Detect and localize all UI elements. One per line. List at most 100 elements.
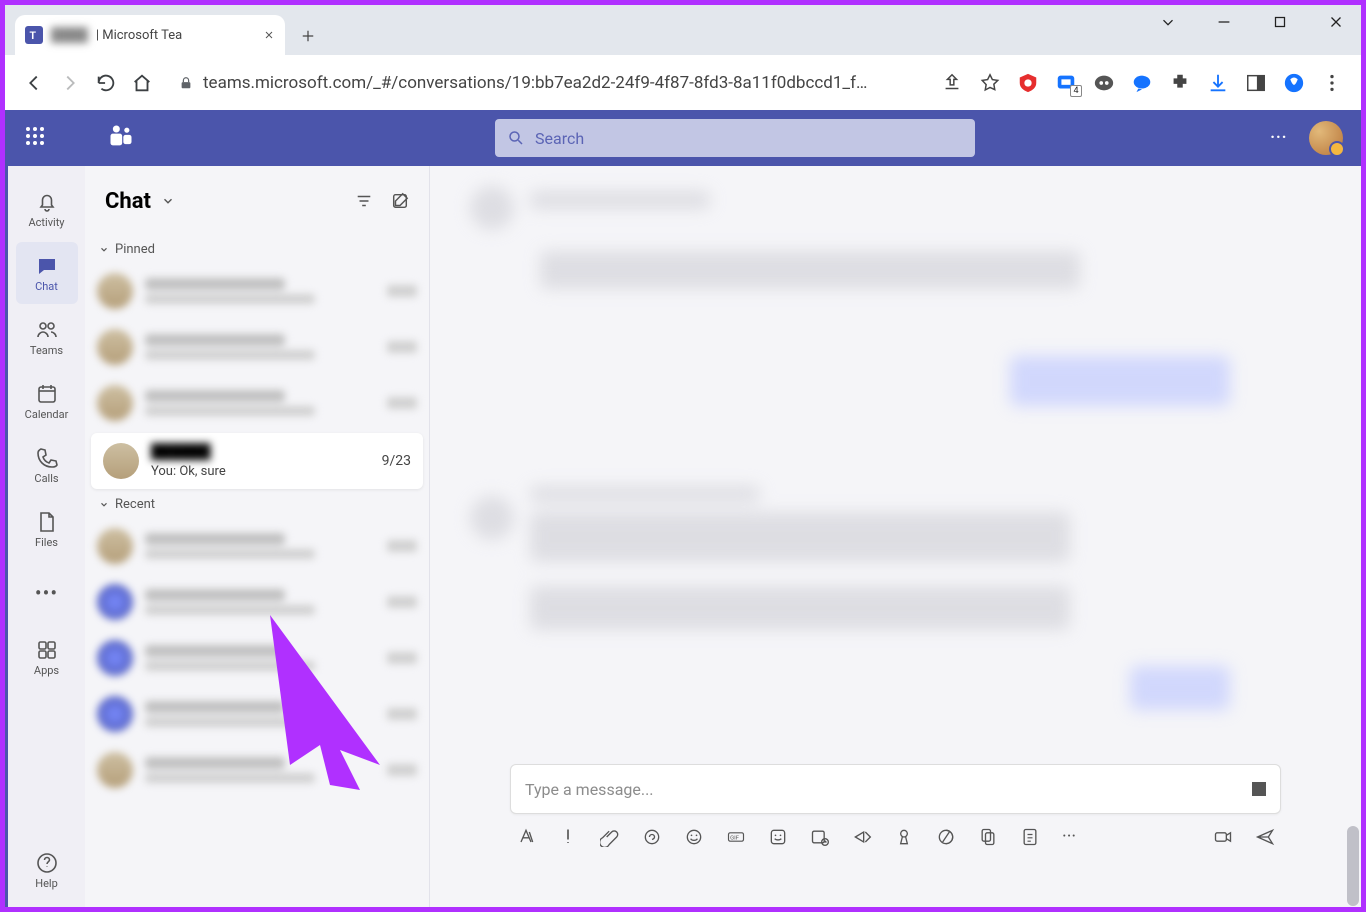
filter-icon[interactable] (355, 192, 373, 210)
chat-row-preview: You: Ok, sure (151, 464, 370, 479)
rail-teams[interactable]: Teams (16, 306, 78, 368)
rail-chat[interactable]: Chat (16, 242, 78, 304)
compose-icon[interactable] (391, 192, 409, 210)
chat-row[interactable] (85, 574, 429, 630)
chat-row[interactable] (85, 375, 429, 431)
search-input[interactable]: Search (495, 119, 975, 157)
recent-section-header[interactable]: Recent (85, 491, 429, 518)
tab-title-blur: ████ (51, 27, 88, 43)
compose-toolbar: GIF ··· (510, 814, 1281, 847)
ext-chat-icon[interactable] (1131, 72, 1153, 94)
send-icon[interactable] (1255, 827, 1275, 847)
sticker-icon[interactable] (768, 827, 788, 847)
rail-activity[interactable]: Activity (16, 178, 78, 240)
chat-row-name: ██████ (151, 443, 370, 460)
format-icon[interactable] (516, 827, 536, 847)
teams-logo-icon[interactable] (107, 122, 135, 154)
chat-row-selected[interactable]: ██████ You: Ok, sure 9/23 (91, 433, 423, 489)
approvals-icon[interactable] (978, 827, 998, 847)
app-launcher-button[interactable] (23, 124, 47, 152)
viva-icon[interactable] (936, 827, 956, 847)
help-icon (35, 851, 59, 875)
people-icon (35, 318, 59, 342)
file-icon (35, 510, 59, 534)
close-window-button[interactable] (1322, 8, 1350, 36)
bookmark-star-button[interactable] (979, 72, 1001, 94)
teams-favicon-icon: T (25, 26, 43, 44)
ext-circle-icon[interactable] (1283, 72, 1305, 94)
avatar (103, 443, 139, 479)
downloads-button[interactable] (1207, 72, 1229, 94)
priority-icon[interactable] (558, 827, 578, 847)
action-items-icon[interactable] (1020, 827, 1040, 847)
caret-icon (99, 500, 109, 510)
chat-row[interactable] (85, 518, 429, 574)
calendar-icon (35, 382, 59, 406)
maximize-button[interactable] (1266, 8, 1294, 36)
loop-icon[interactable] (642, 827, 662, 847)
close-tab-icon[interactable] (263, 29, 275, 41)
compose-more-button[interactable]: ··· (1062, 826, 1076, 847)
search-placeholder: Search (535, 129, 584, 148)
chat-row[interactable] (85, 319, 429, 375)
svg-text:T: T (30, 29, 37, 42)
share-button[interactable] (941, 72, 963, 94)
home-button[interactable] (131, 72, 153, 94)
tab-dropdown-button[interactable] (1154, 8, 1182, 36)
chat-row[interactable] (85, 263, 429, 319)
lock-icon (179, 76, 193, 90)
video-clip-icon[interactable] (1213, 827, 1233, 847)
caret-icon (99, 245, 109, 255)
phone-icon (35, 446, 59, 470)
svg-text:GIF: GIF (730, 835, 740, 841)
browser-menu-button[interactable] (1321, 72, 1343, 94)
window-controls (1154, 8, 1350, 36)
chevron-down-icon[interactable] (161, 194, 175, 208)
rail-more[interactable]: ••• (16, 562, 78, 624)
rail-help[interactable]: Help (16, 839, 78, 901)
rail-calendar[interactable]: Calendar (16, 370, 78, 432)
rail-apps[interactable]: Apps (16, 626, 78, 688)
schedule-icon[interactable] (810, 827, 830, 847)
address-bar[interactable]: teams.microsoft.com/_#/conversations/19:… (167, 65, 927, 101)
ext-ublock-icon[interactable] (1017, 72, 1039, 94)
stop-icon[interactable] (1252, 782, 1266, 796)
chat-row[interactable] (85, 686, 429, 742)
rail-calls[interactable]: Calls (16, 434, 78, 496)
attach-icon[interactable] (600, 827, 620, 847)
nav-rail: Activity Chat Teams Calendar Calls Files (5, 166, 85, 907)
profile-avatar[interactable] (1309, 121, 1343, 155)
chat-row[interactable] (85, 742, 429, 798)
emoji-icon[interactable] (684, 827, 704, 847)
ext-blue-shield-icon[interactable]: 4 (1055, 72, 1077, 94)
back-button[interactable] (23, 72, 45, 94)
chat-heading: Chat (105, 189, 151, 214)
settings-more-button[interactable]: ··· (1270, 126, 1287, 151)
tab-title: | Microsoft Tea (96, 28, 182, 43)
browser-tab[interactable]: T ████ | Microsoft Tea (15, 15, 285, 55)
reload-button[interactable] (95, 72, 117, 94)
chat-row[interactable] (85, 630, 429, 686)
compose-input[interactable]: Type a message... (510, 764, 1281, 814)
scrollbar[interactable] (1347, 826, 1359, 906)
url-text: teams.microsoft.com/_#/conversations/19:… (203, 73, 867, 93)
search-icon (507, 129, 525, 147)
gif-icon[interactable]: GIF (726, 827, 746, 847)
ext-discord-icon[interactable] (1093, 72, 1115, 94)
forward-button[interactable] (59, 72, 81, 94)
pinned-section-header[interactable]: Pinned (85, 236, 429, 263)
extensions-button[interactable] (1169, 72, 1191, 94)
minimize-button[interactable] (1210, 8, 1238, 36)
chat-list: Chat Pinned ██████ You: Ok, sure (85, 166, 430, 907)
rail-files[interactable]: Files (16, 498, 78, 560)
new-tab-button[interactable] (295, 23, 321, 49)
stream-icon[interactable] (852, 827, 872, 847)
apps-icon (35, 638, 59, 662)
praise-icon[interactable] (894, 827, 914, 847)
side-panel-button[interactable] (1245, 72, 1267, 94)
ext-badge: 4 (1070, 85, 1082, 97)
bell-icon (35, 190, 59, 214)
conversation-panel: Type a message... GIF (430, 166, 1361, 907)
compose-placeholder: Type a message... (525, 780, 654, 799)
teams-top-bar: Search ··· (5, 110, 1361, 166)
